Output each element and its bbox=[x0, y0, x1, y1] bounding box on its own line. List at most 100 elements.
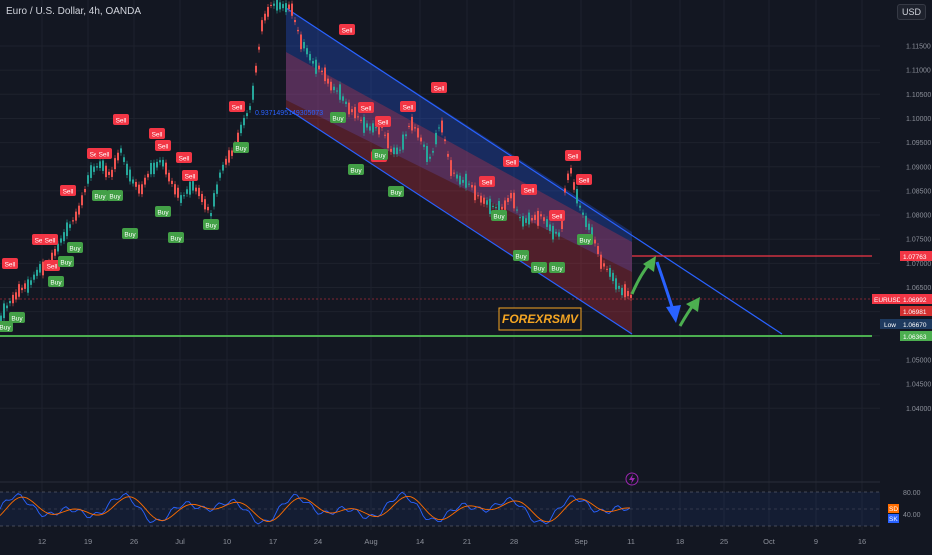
price-tick-label: 1.06500 bbox=[906, 285, 931, 292]
candle-body bbox=[573, 182, 575, 190]
candle-body bbox=[267, 6, 269, 17]
candle-body bbox=[138, 184, 140, 194]
chart-area[interactable]: 0.9371495149305073 Sell Sell Sell Sell Sell S… bbox=[0, 0, 932, 550]
price-axis[interactable]: 1.11500 1.11000 1.10500 1.10000 1.09500 1.090… bbox=[906, 44, 931, 413]
price-tick-label: 1.08500 bbox=[906, 188, 931, 195]
price-tick-label: 1.04000 bbox=[906, 406, 931, 413]
candle-body bbox=[189, 181, 191, 195]
buy-signal: Buy bbox=[531, 262, 547, 273]
svg-text:1.06992: 1.06992 bbox=[903, 297, 927, 304]
candle-body bbox=[405, 134, 407, 137]
candle-body bbox=[438, 127, 440, 129]
svg-text:1.06670: 1.06670 bbox=[903, 322, 927, 329]
current-price-badge: 1.06992 bbox=[900, 294, 932, 304]
candle-body bbox=[627, 290, 629, 297]
time-tick-label: 21 bbox=[463, 537, 471, 546]
support-price-badge: 1.06363 bbox=[900, 331, 932, 341]
candle-body bbox=[486, 200, 488, 205]
candle-body bbox=[306, 48, 308, 55]
price-tick-label: 1.09500 bbox=[906, 140, 931, 147]
candle-body bbox=[342, 96, 344, 101]
time-tick-label: 18 bbox=[676, 537, 684, 546]
candle-body bbox=[147, 173, 149, 178]
candle-body bbox=[54, 248, 56, 256]
sell-signal: Sell bbox=[2, 258, 18, 269]
time-tick-label: 28 bbox=[510, 537, 518, 546]
candle-body bbox=[261, 20, 263, 32]
sell-signal-label: Sell bbox=[579, 178, 590, 185]
candle-body bbox=[114, 158, 116, 170]
candle-body bbox=[183, 195, 185, 197]
candle-body bbox=[99, 161, 101, 168]
candle-body bbox=[576, 189, 578, 204]
candle-body bbox=[390, 148, 392, 152]
price-tick-label: 1.04500 bbox=[906, 382, 931, 389]
buy-signal-label: Buy bbox=[205, 223, 217, 230]
candle-body bbox=[87, 175, 89, 184]
time-tick-label: Oct bbox=[763, 537, 776, 546]
candle-body bbox=[228, 150, 230, 163]
lightning-icon[interactable] bbox=[625, 472, 639, 486]
candle-body bbox=[42, 261, 44, 276]
candle-body bbox=[366, 123, 368, 128]
candle-body bbox=[126, 163, 128, 176]
time-tick-label: Aug bbox=[364, 537, 377, 546]
candle-body bbox=[546, 219, 548, 227]
candle-body bbox=[291, 3, 293, 16]
candle-body bbox=[30, 280, 32, 285]
candle-body bbox=[246, 113, 248, 117]
candle-body bbox=[21, 287, 23, 291]
candle-body bbox=[90, 165, 92, 178]
buy-signal-label: Buy bbox=[94, 194, 106, 201]
candle-body bbox=[483, 197, 485, 204]
candle-body bbox=[282, 4, 284, 9]
candle-body bbox=[582, 212, 584, 215]
sell-signal: Sell bbox=[44, 260, 60, 271]
candle-body bbox=[12, 294, 14, 304]
candle-body bbox=[6, 305, 8, 309]
svg-text:EURUSD: EURUSD bbox=[874, 297, 902, 304]
time-tick-label: 11 bbox=[627, 537, 635, 546]
price-chart[interactable]: 0.9371495149305073 Sell Sell Sell Sell Sell S… bbox=[0, 0, 932, 550]
sell-signal: Sell bbox=[229, 101, 245, 112]
candle-body bbox=[300, 34, 302, 50]
svg-text:1.06363: 1.06363 bbox=[903, 334, 927, 341]
candle-body bbox=[33, 274, 35, 280]
time-tick-label: 10 bbox=[223, 537, 231, 546]
candle-body bbox=[288, 4, 290, 10]
time-tick-label: 12 bbox=[38, 537, 46, 546]
buy-signal: Buy bbox=[92, 190, 108, 201]
sell-signal: Sell bbox=[358, 102, 374, 113]
candle-body bbox=[66, 222, 68, 237]
candle-body bbox=[372, 123, 374, 133]
candle-body bbox=[579, 205, 581, 208]
candle-body bbox=[411, 116, 413, 131]
buy-signal: Buy bbox=[48, 276, 64, 287]
candle-body bbox=[435, 132, 437, 145]
sell-signal-label: Sell bbox=[99, 152, 110, 159]
candle-body bbox=[255, 65, 257, 73]
candle-body bbox=[504, 200, 506, 210]
svg-text:1.06981: 1.06981 bbox=[903, 309, 927, 316]
buy-signal-label: Buy bbox=[390, 190, 402, 197]
stochastic-pane[interactable] bbox=[0, 481, 880, 527]
sell-signal-label: Sell bbox=[434, 86, 445, 93]
currency-button[interactable]: USD bbox=[896, 4, 926, 20]
sell-signal: Sell bbox=[565, 150, 581, 161]
time-tick-label: 25 bbox=[720, 537, 728, 546]
candle-body bbox=[555, 231, 557, 234]
candle-body bbox=[279, 2, 281, 10]
sell-signal-label: Sell bbox=[342, 28, 353, 35]
svg-text:SK: SK bbox=[889, 516, 898, 523]
candle-body bbox=[15, 292, 17, 300]
time-axis[interactable]: 12 19 26 Jul 10 17 24 Aug 14 21 28 Sep 11 18 25 Oct 9 16 bbox=[38, 537, 866, 546]
candle-body bbox=[132, 179, 134, 184]
candle-body bbox=[417, 128, 419, 138]
sell-signal-label: Sell bbox=[524, 188, 535, 195]
buy-signal-label: Buy bbox=[374, 153, 386, 160]
candle-body bbox=[294, 19, 296, 23]
candle-body bbox=[84, 188, 86, 193]
candle-body bbox=[312, 61, 314, 64]
candle-body bbox=[9, 300, 11, 304]
candle-body bbox=[465, 173, 467, 188]
